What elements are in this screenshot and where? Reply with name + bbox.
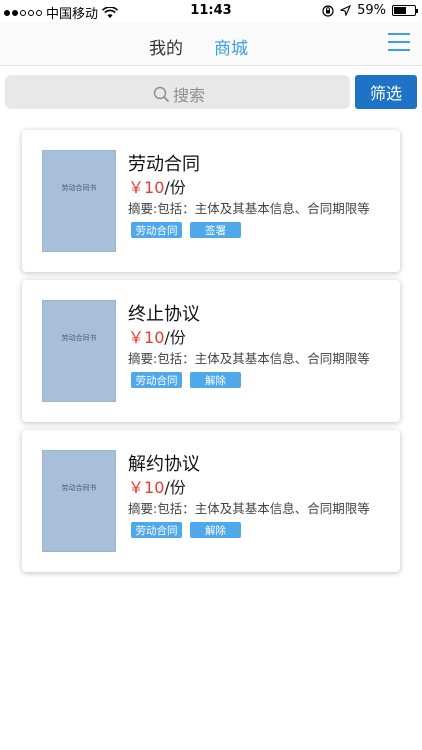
battery-icon — [392, 5, 418, 16]
search-placeholder-group: 搜索 — [153, 82, 205, 106]
price-unit: /份 — [164, 178, 186, 197]
product-title: 劳动合同 — [128, 154, 200, 175]
search-placeholder: 搜索 — [173, 86, 206, 105]
tab-shop[interactable]: 商城 — [214, 34, 248, 59]
product-tag: 劳动合同 — [131, 372, 182, 388]
contract-thumbnail: · 劳动合同书 — [42, 150, 116, 252]
product-tag: 劳动合同 — [131, 522, 182, 538]
price-amount: 10 — [144, 328, 165, 347]
battery-percent: 59% — [357, 3, 386, 18]
product-card[interactable]: · 劳动合同书 终止协议 ￥10/份 摘要:包括：主体及其基本信息、合同期限等 … — [22, 280, 400, 422]
contract-thumbnail: · 劳动合同书 — [42, 450, 116, 552]
nav-bar: 我的 商城 — [0, 22, 422, 66]
price-symbol: ￥ — [128, 478, 145, 497]
product-card[interactable]: · 劳动合同书 解约协议 ￥10/份 摘要:包括：主体及其基本信息、合同期限等 … — [22, 430, 400, 572]
thumbnail-title: 劳动合同书 — [61, 484, 97, 492]
product-summary: 摘要:包括：主体及其基本信息、合同期限等 — [128, 501, 370, 516]
thumbnail-title: 劳动合同书 — [61, 334, 97, 342]
price-symbol: ￥ — [128, 178, 145, 197]
thumbnail-title: 劳动合同书 — [61, 184, 97, 192]
product-title: 解约协议 — [128, 454, 200, 475]
product-price: ￥10/份 — [128, 474, 186, 498]
tab-mine[interactable]: 我的 — [149, 34, 183, 59]
status-right: 59% — [322, 3, 418, 18]
product-tag: 解除 — [190, 372, 241, 388]
filter-button[interactable]: 筛选 — [355, 75, 417, 109]
search-input[interactable]: 搜索 — [5, 75, 350, 109]
product-tag: 解除 — [190, 522, 241, 538]
product-card[interactable]: · 劳动合同书 劳动合同 ￥10/份 摘要:包括：主体及其基本信息、合同期限等 … — [22, 130, 400, 272]
orientation-lock-icon — [322, 4, 334, 17]
contract-thumbnail: · 劳动合同书 — [42, 300, 116, 402]
product-tag: 签署 — [190, 222, 241, 238]
status-bar: 中国移动 11:43 59% — [0, 0, 422, 22]
price-amount: 10 — [144, 178, 165, 197]
product-summary: 摘要:包括：主体及其基本信息、合同期限等 — [128, 351, 370, 366]
product-tag: 劳动合同 — [131, 222, 182, 238]
price-amount: 10 — [144, 478, 165, 497]
hamburger-menu-icon[interactable] — [388, 33, 410, 51]
price-unit: /份 — [164, 478, 186, 497]
product-title: 终止协议 — [128, 304, 200, 325]
price-unit: /份 — [164, 328, 186, 347]
price-symbol: ￥ — [128, 328, 145, 347]
product-price: ￥10/份 — [128, 174, 186, 198]
product-summary: 摘要:包括：主体及其基本信息、合同期限等 — [128, 201, 370, 216]
product-price: ￥10/份 — [128, 324, 186, 348]
location-arrow-icon — [340, 5, 352, 16]
search-icon — [153, 86, 170, 102]
